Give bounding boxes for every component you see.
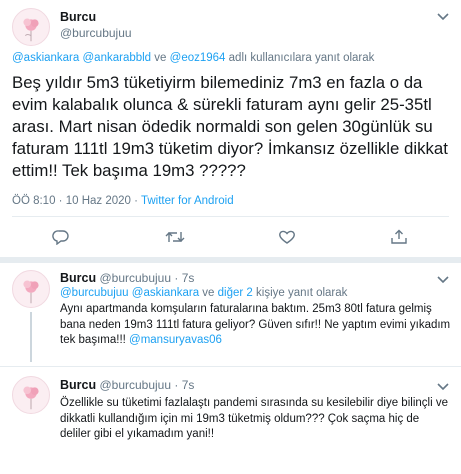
divider: [12, 216, 449, 217]
thread-line: [30, 312, 32, 362]
reply-mention[interactable]: @askiankara: [132, 287, 199, 299]
retweet-icon[interactable]: [165, 229, 185, 245]
reply-suffix: kişiye yanıt olarak: [252, 287, 348, 299]
reply-mention[interactable]: @eoz1964: [170, 52, 226, 64]
divider: [0, 366, 461, 367]
reply-others[interactable]: diğer 2: [218, 287, 253, 299]
reply-mention[interactable]: @ankarabbld: [83, 52, 152, 64]
reply-mention[interactable]: @askiankara: [12, 52, 79, 64]
avatar[interactable]: [12, 270, 50, 308]
author-handle[interactable]: @burcubujuu: [99, 378, 171, 392]
reply-text: Aynı apartmanda komşuların faturalarına …: [60, 302, 452, 349]
tweet-meta: ÖÖ 8:10 · 10 Haz 2020 · Twitter for Andr…: [12, 195, 234, 207]
reply-context: @askiankara @ankarabbld ve @eoz1964 adlı…: [12, 52, 374, 64]
reply-header: Burcu @burcubujuu · 7s: [60, 271, 195, 285]
avatar[interactable]: [12, 376, 50, 414]
chevron-down-icon[interactable]: [436, 9, 450, 21]
tweet-date[interactable]: 10 Haz 2020: [66, 195, 131, 207]
reply-time[interactable]: 7s: [182, 378, 195, 392]
tweet-time[interactable]: ÖÖ 8:10: [12, 195, 55, 207]
tweet-text: Beş yıldır 5m3 tüketiyirm bilemediniz 7m…: [12, 73, 448, 180]
reply-mention[interactable]: @burcubujuu: [60, 287, 129, 299]
chevron-down-icon[interactable]: [436, 272, 450, 284]
avatar[interactable]: [12, 8, 50, 46]
reply-suffix: adlı kullanıcılara yanıt olarak: [225, 52, 375, 64]
author-handle[interactable]: @burcubujuu: [99, 271, 171, 285]
reply-context: @burcubujuu @askiankara ve diğer 2 kişiy…: [60, 287, 347, 299]
reply-text: Özellikle su tüketimi fazlalaştı pandemi…: [60, 397, 448, 440]
reply-text-body: Aynı apartmanda komşuların faturalarına …: [60, 303, 451, 346]
meta-separator: ·: [130, 195, 141, 207]
tweet-source[interactable]: Twitter for Android: [141, 195, 234, 207]
meta-separator: ·: [55, 195, 66, 207]
reply-time[interactable]: 7s: [182, 271, 195, 285]
reply-and: ve: [151, 52, 170, 64]
author-name[interactable]: Burcu: [60, 10, 96, 24]
reply-and: ve: [199, 287, 218, 299]
share-icon[interactable]: [390, 229, 408, 245]
author-name[interactable]: Burcu: [60, 378, 96, 392]
author-name[interactable]: Burcu: [60, 271, 96, 285]
reply-header: Burcu @burcubujuu · 7s: [60, 378, 195, 392]
divider: [0, 257, 461, 263]
like-icon[interactable]: [278, 229, 296, 245]
author-handle[interactable]: @burcubujuu: [60, 26, 132, 40]
mention-link[interactable]: @mansuryavas06: [129, 334, 222, 346]
chevron-down-icon[interactable]: [436, 379, 450, 391]
reply-icon[interactable]: [52, 229, 70, 246]
